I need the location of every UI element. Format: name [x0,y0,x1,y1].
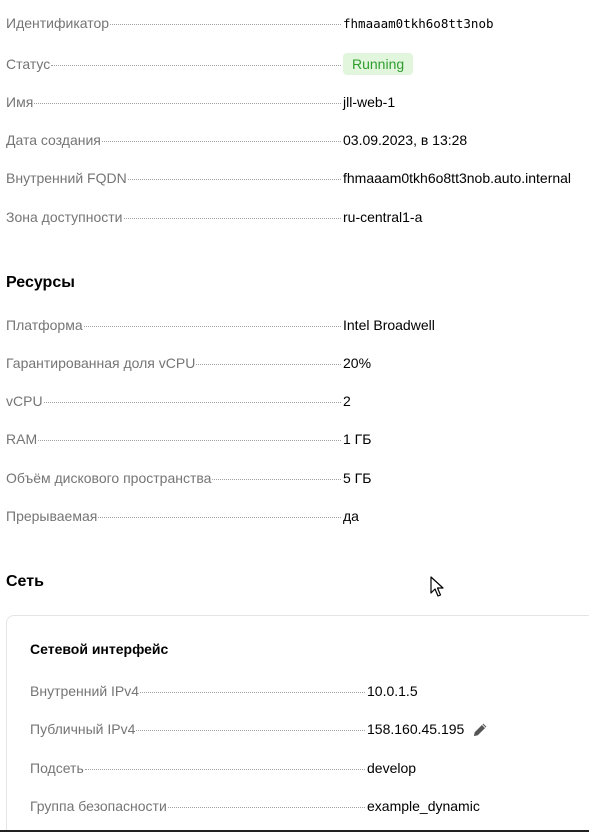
property-label: Статус [6,56,51,72]
property-label: Прерываемая [6,508,98,524]
property-row-platform: Платформа Intel Broadwell [6,315,589,335]
status-badge: Running [343,53,414,75]
dotted-leader [123,218,341,219]
instance-id-value: fhmaaam0tkh6o8tt3nob [343,16,494,31]
dotted-leader [212,479,341,480]
dotted-leader [136,730,365,731]
property-row-status: Статус Running [6,53,589,75]
created-date-value: 03.09.2023, в 13:28 [343,132,468,148]
dotted-leader [51,65,341,66]
property-label: Имя [6,94,34,110]
property-label: Внутренний FQDN [6,170,127,186]
dotted-leader [110,24,341,25]
vcpu-value: 2 [343,393,351,409]
property-row-zone: Зона доступности ru-central1-a [6,207,589,227]
dotted-leader [84,769,365,770]
network-heading: Сеть [6,573,44,590]
property-row-internal-ipv4: Внутренний IPv4 10.0.1.5 [30,681,589,701]
property-label: Подсеть [30,760,84,776]
property-label: Зона доступности [6,209,123,225]
public-ipv4-value: 158.160.45.195 [367,721,465,737]
dotted-leader [43,402,341,403]
property-label: Платформа [6,317,83,333]
property-row-public-ipv4: Публичный IPv4 158.160.45.195 [30,719,589,739]
internal-ipv4-value: 10.0.1.5 [367,683,418,699]
property-row-vcpu-share: Гарантированная доля vCPU 20% [6,353,589,373]
dotted-leader [101,141,341,142]
resources-heading: Ресурсы [6,274,75,291]
property-row-subnet: Подсеть develop [30,758,589,778]
property-label: Внутренний IPv4 [30,683,140,699]
dotted-leader [196,364,341,365]
property-label: Публичный IPv4 [30,721,136,737]
dotted-leader [167,807,365,808]
property-label: Группа безопасности [30,798,167,814]
property-row-disk: Объём дискового пространства 5 ГБ [6,468,589,488]
property-label: Дата создания [6,132,101,148]
fqdn-value: fhmaaam0tkh6o8tt3nob.auto.internal [343,170,572,186]
property-label: vCPU [6,393,43,409]
network-interface-card: Сетевой интерфейс Внутренний IPv4 10.0.1… [6,615,589,832]
pencil-icon[interactable] [472,722,488,738]
vcpu-share-value: 20% [343,355,372,371]
property-row-security-group: Группа безопасности example_dynamic [30,796,589,816]
dotted-leader [127,179,341,180]
dotted-leader [38,440,341,441]
security-group-link[interactable]: example_dynamic [367,796,480,816]
preemptible-value: да [343,508,359,524]
network-interface-title: Сетевой интерфейс [30,641,169,657]
property-row-created: Дата создания 03.09.2023, в 13:28 [6,130,589,150]
subnet-link[interactable]: develop [367,758,416,778]
mouse-cursor-icon [430,576,444,597]
ram-value: 1 ГБ [343,431,372,447]
instance-name-value: jll-web-1 [343,94,396,110]
property-row-id: Идентификатор fhmaaam0tkh6o8tt3nob [6,13,589,33]
property-label: RAM [6,431,38,447]
property-label: Гарантированная доля vCPU [6,355,196,371]
property-row-ram: RAM 1 ГБ [6,429,589,449]
dotted-leader [98,517,341,518]
disk-value: 5 ГБ [343,470,372,486]
vm-overview-page: Идентификатор fhmaaam0tkh6o8tt3nob Стату… [0,0,589,832]
property-row-fqdn: Внутренний FQDN fhmaaam0tkh6o8tt3nob.aut… [6,168,589,188]
property-label: Объём дискового пространства [6,470,212,486]
property-label: Идентификатор [6,15,110,31]
dotted-leader [140,692,365,693]
dotted-leader [34,103,341,104]
property-row-preemptible: Прерываемая да [6,506,589,526]
property-row-name: Имя jll-web-1 [6,92,589,112]
property-row-vcpu: vCPU 2 [6,391,589,411]
zone-value: ru-central1-a [343,209,423,225]
platform-value: Intel Broadwell [343,317,435,333]
dotted-leader [83,326,341,327]
